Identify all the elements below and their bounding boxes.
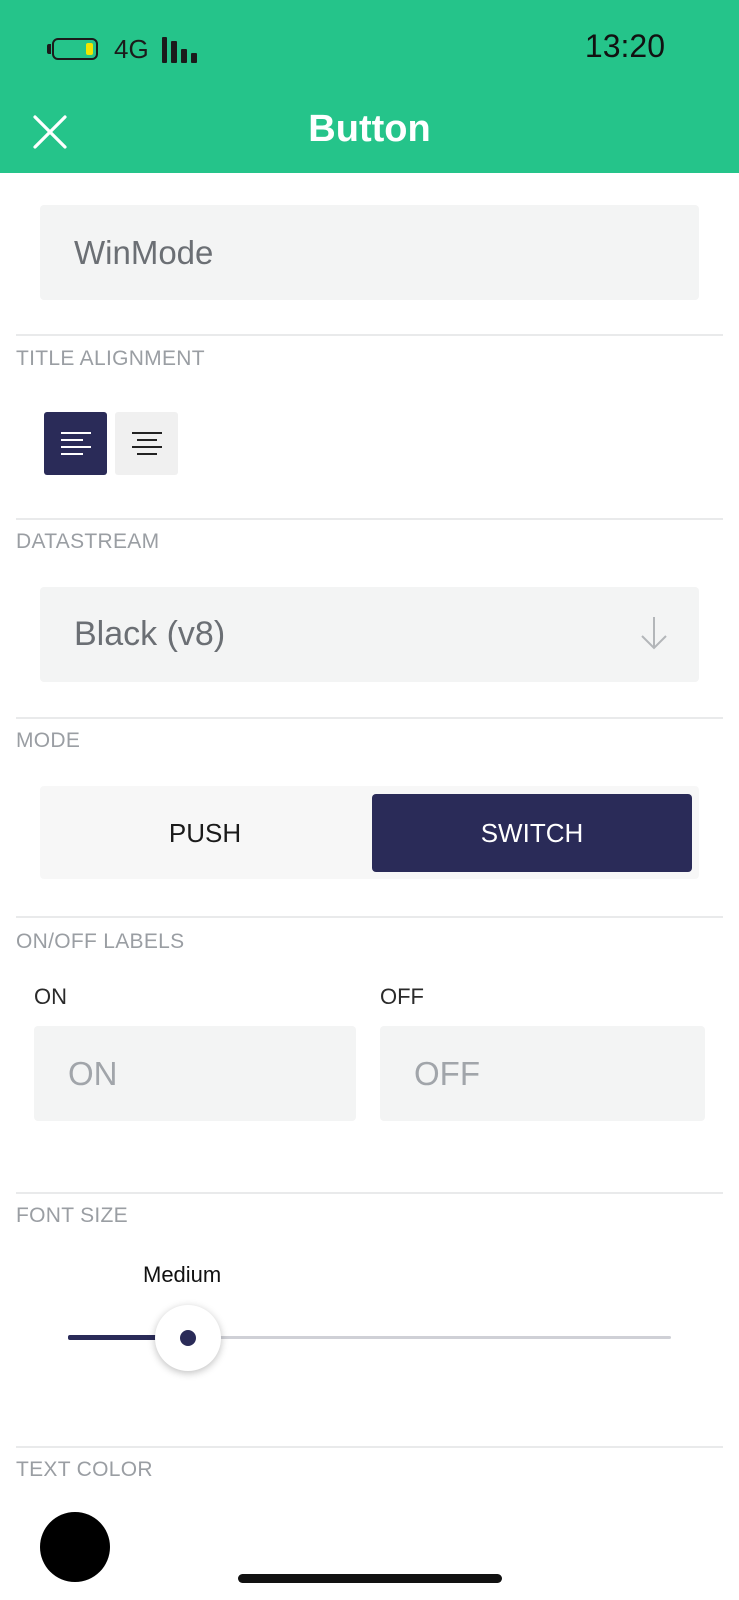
font-size-label: FONT SIZE	[16, 1204, 128, 1227]
text-color-swatch[interactable]	[40, 1512, 110, 1582]
onoff-labels-label: ON/OFF LABELS	[16, 930, 185, 953]
widget-name-input[interactable]: WinMode	[40, 205, 699, 300]
signal-icon	[162, 37, 202, 63]
on-placeholder: ON	[68, 1054, 118, 1092]
align-center-button[interactable]	[115, 412, 178, 475]
datastream-select[interactable]: Black (v8)	[40, 587, 699, 682]
arrow-down-icon	[641, 617, 667, 650]
network-type: 4G	[114, 34, 149, 64]
divider	[16, 1192, 723, 1194]
align-left-button[interactable]	[44, 412, 107, 475]
battery-nub	[47, 44, 51, 54]
battery-icon	[52, 38, 98, 60]
status-time: 13:20	[584, 28, 665, 64]
font-size-value: Medium	[143, 1262, 222, 1287]
off-placeholder: OFF	[414, 1054, 480, 1092]
mode-switch-button[interactable]: SWITCH	[372, 794, 692, 872]
battery-level	[86, 43, 93, 55]
mode-push-button[interactable]: PUSH	[40, 794, 370, 872]
divider	[16, 717, 723, 719]
off-label-input[interactable]: OFF	[380, 1026, 705, 1121]
text-color-label: TEXT COLOR	[16, 1458, 153, 1481]
align-center-icon	[131, 431, 162, 455]
divider	[16, 1446, 723, 1448]
slider-thumb-dot	[180, 1330, 196, 1346]
title-alignment-label: TITLE ALIGNMENT	[16, 347, 205, 370]
align-left-icon	[60, 431, 91, 455]
datastream-label: DATASTREAM	[16, 530, 160, 553]
divider	[16, 334, 723, 336]
off-label: OFF	[380, 984, 424, 1009]
datastream-value: Black (v8)	[74, 615, 226, 653]
on-label: ON	[34, 984, 67, 1009]
divider	[16, 518, 723, 520]
mode-label: MODE	[16, 729, 81, 752]
widget-name-value: WinMode	[74, 233, 214, 271]
home-indicator	[238, 1574, 502, 1583]
divider	[16, 916, 723, 918]
font-size-slider-thumb[interactable]	[155, 1305, 221, 1371]
page-title: Button	[308, 108, 431, 150]
on-label-input[interactable]: ON	[34, 1026, 356, 1121]
